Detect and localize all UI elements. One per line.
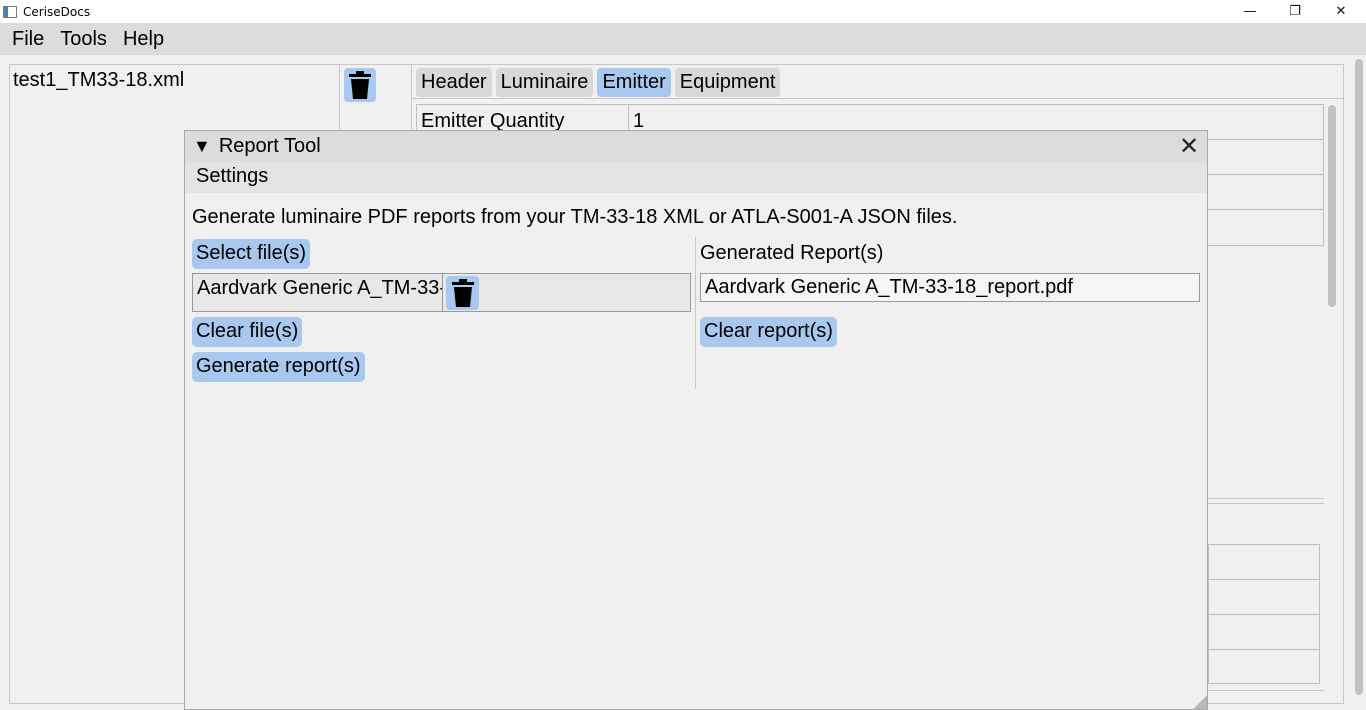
remove-file-button[interactable] <box>446 276 479 310</box>
select-files-button[interactable]: Select file(s) <box>192 239 311 269</box>
generated-report-item[interactable]: Aardvark Generic A_TM-33-18_report.pdf <box>700 273 1200 302</box>
table-row <box>1209 545 1319 580</box>
app-icon <box>3 5 17 18</box>
inner-scrollbar[interactable] <box>1328 105 1336 307</box>
tab-header[interactable]: Header <box>416 68 492 97</box>
generated-reports-heading: Generated Report(s) <box>700 242 884 264</box>
tab-emitter[interactable]: Emitter <box>597 68 671 97</box>
delete-file-button[interactable] <box>344 68 376 102</box>
tab-luminaire[interactable]: Luminaire <box>495 68 594 97</box>
secondary-table <box>1208 544 1320 684</box>
menu-file[interactable]: File <box>4 28 52 51</box>
menu-tools[interactable]: Tools <box>52 28 115 51</box>
tab-equipment[interactable]: Equipment <box>674 68 781 97</box>
title-bar: CeriseDocs — ❐ ✕ <box>0 0 1366 23</box>
file-list-item[interactable]: test1_TM33-18.xml <box>13 69 184 92</box>
settings-label[interactable]: Settings <box>196 165 268 188</box>
window-title: CeriseDocs <box>23 4 91 19</box>
tab-divider <box>412 98 1344 99</box>
report-tool-dialog: ▼ Report Tool ✕ Settings Generate lumina… <box>184 130 1208 710</box>
report-tool-titlebar[interactable]: ▼ Report Tool <box>185 131 1207 161</box>
main-scrollbar[interactable] <box>1355 59 1363 695</box>
minimize-button[interactable]: — <box>1227 0 1273 23</box>
trash-icon <box>451 279 474 307</box>
section-divider <box>1208 690 1324 691</box>
column-divider <box>695 237 696 389</box>
clear-files-button[interactable]: Clear file(s) <box>192 317 303 347</box>
table-row <box>1209 615 1319 650</box>
menu-bar: File Tools Help <box>0 23 1366 55</box>
menu-help[interactable]: Help <box>115 28 172 51</box>
report-tool-title: Report Tool <box>218 134 321 157</box>
selected-file-name: Aardvark Generic A_TM-33-18.xml <box>193 274 443 311</box>
section-divider <box>1208 498 1324 499</box>
close-icon[interactable]: ✕ <box>1177 134 1201 159</box>
clear-reports-button[interactable]: Clear report(s) <box>700 317 837 347</box>
resize-handle[interactable] <box>1193 695 1207 709</box>
trash-icon <box>349 71 371 99</box>
settings-menu[interactable]: Settings <box>185 161 1207 193</box>
table-row <box>1209 580 1319 615</box>
selected-files-list: Aardvark Generic A_TM-33-18.xml <box>192 273 691 312</box>
generate-reports-button[interactable]: Generate report(s) <box>192 352 365 382</box>
report-tool-description: Generate luminaire PDF reports from your… <box>192 206 958 228</box>
tab-bar: Header Luminaire Emitter Equipment <box>416 68 781 97</box>
close-window-button[interactable]: ✕ <box>1318 0 1364 23</box>
table-row <box>1209 650 1319 685</box>
collapse-icon[interactable]: ▼ <box>193 136 211 157</box>
restore-button[interactable]: ❐ <box>1272 0 1318 23</box>
section-divider <box>1208 503 1324 504</box>
